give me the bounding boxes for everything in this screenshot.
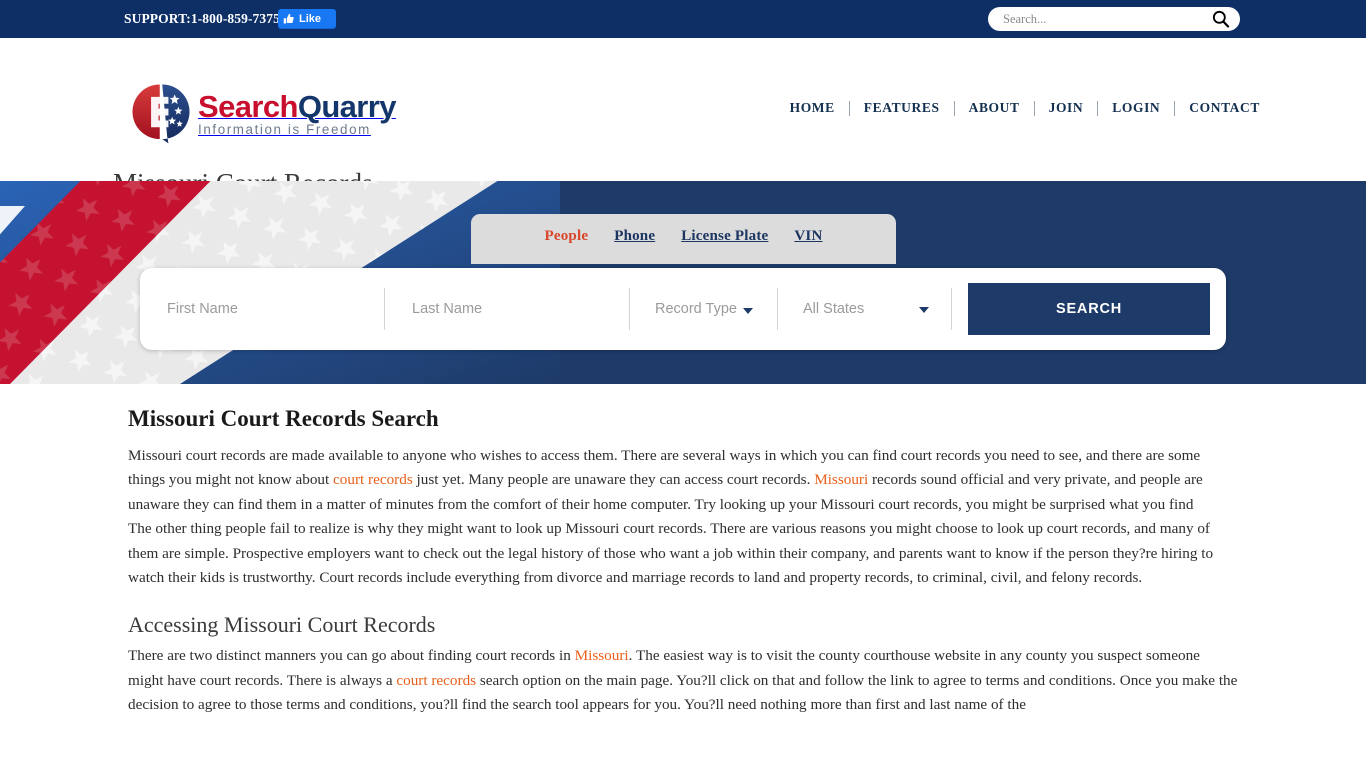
link-court-records-1[interactable]: court records: [333, 471, 413, 488]
top-utility-bar: SUPPORT:1-800-859-7375 Like: [0, 0, 1366, 38]
logo-word-quarry: Quarry: [297, 88, 397, 124]
tab-license-plate[interactable]: License Plate: [681, 228, 768, 245]
nav-item-join[interactable]: JOIN: [1035, 100, 1098, 116]
paragraph-1: Missouri court records are made availabl…: [128, 444, 1238, 517]
paragraph-1-text-b: just yet. Many people are unaware they c…: [412, 471, 815, 489]
link-missouri-2[interactable]: Missouri: [575, 647, 629, 664]
paragraph-3: There are two distinct manners you can g…: [128, 644, 1238, 717]
link-court-records-2[interactable]: court records: [396, 672, 476, 689]
logo-word-search: Search: [198, 88, 298, 124]
state-label: All States: [803, 301, 865, 317]
last-name-input[interactable]: [410, 300, 629, 318]
tab-vin[interactable]: VIN: [794, 228, 822, 245]
logo-tagline: Information is Freedom: [198, 121, 371, 137]
site-search-box[interactable]: [988, 7, 1240, 31]
nav-item-features[interactable]: FEATURES: [850, 100, 954, 116]
nav-item-about[interactable]: ABOUT: [955, 100, 1034, 116]
site-header: SearchQuarry Information is Freedom HOME…: [0, 38, 1366, 198]
people-search-form: Record Type All States SEARCH: [140, 268, 1226, 350]
facebook-like-button[interactable]: Like: [278, 9, 336, 29]
thumbs-up-icon: [283, 13, 294, 24]
chevron-down-icon: [742, 307, 753, 314]
link-missouri-1[interactable]: Missouri: [814, 471, 868, 488]
state-select[interactable]: All States: [778, 288, 952, 330]
nav-item-contact[interactable]: CONTACT: [1175, 100, 1274, 116]
paragraph-2: The other thing people fail to realize i…: [128, 520, 1214, 587]
tab-phone[interactable]: Phone: [614, 228, 655, 245]
search-button-wrapper: SEARCH: [952, 279, 1226, 339]
nav-item-home[interactable]: HOME: [776, 100, 849, 116]
first-name-field[interactable]: [140, 288, 385, 330]
support-phone: SUPPORT:1-800-859-7375: [124, 11, 280, 26]
search-icon: [1212, 10, 1230, 28]
article-content: Missouri Court Records Search Missouri c…: [0, 384, 1366, 718]
section-title: Missouri Court Records Search: [128, 406, 439, 431]
record-type-label: Record Type: [655, 301, 737, 317]
last-name-field[interactable]: [385, 288, 630, 330]
tab-people[interactable]: People: [545, 228, 589, 245]
search-type-tabs: People Phone License Plate VIN: [471, 214, 896, 264]
paragraph-3-text-a: There are two distinct manners you can g…: [128, 647, 575, 665]
site-logo[interactable]: SearchQuarry Information is Freedom: [130, 81, 426, 145]
subsection-title: Accessing Missouri Court Records: [128, 612, 436, 638]
record-type-select[interactable]: Record Type: [630, 288, 778, 330]
facebook-like-label: Like: [299, 13, 322, 25]
main-navigation: HOME FEATURES ABOUT JOIN LOGIN CONTACT: [776, 100, 1274, 116]
first-name-input[interactable]: [165, 300, 384, 318]
search-submit-button[interactable]: SEARCH: [968, 283, 1210, 335]
searchquarry-logo-icon: [132, 84, 190, 144]
site-search-submit-button[interactable]: [1205, 3, 1237, 35]
nav-item-login[interactable]: LOGIN: [1098, 100, 1174, 116]
site-search-input[interactable]: [1001, 10, 1191, 28]
chevron-down-icon: [919, 307, 929, 313]
